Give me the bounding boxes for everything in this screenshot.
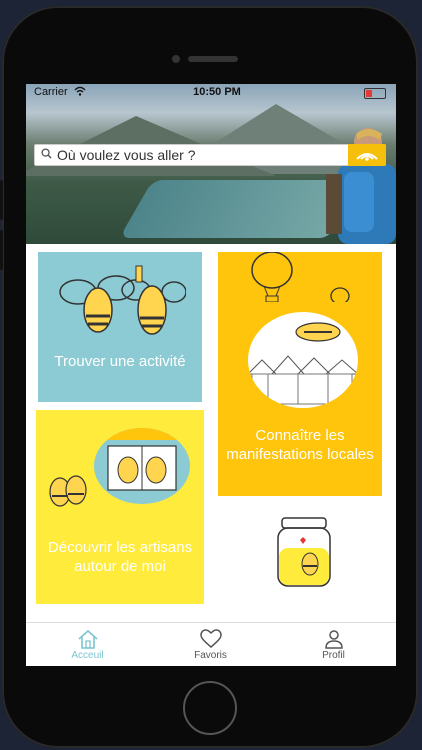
tile-label: Connaître les manifestations locales [226, 427, 374, 463]
home-button[interactable] [183, 681, 237, 735]
artisan-window-illustration [94, 428, 190, 504]
village-illustration [248, 312, 358, 408]
hero-image: Carrier 10:50 PM [26, 84, 396, 244]
speaker-grille [188, 56, 238, 62]
volume-up-button [0, 180, 3, 220]
bee-icon [59, 265, 186, 335]
carrier-label: Carrier [34, 86, 68, 98]
battery-icon [364, 88, 386, 99]
search-submit-button[interactable] [348, 144, 386, 166]
tile-honey-jar[interactable] [218, 504, 382, 604]
profile-icon [324, 630, 343, 649]
search-bar [34, 144, 386, 166]
balloon-icon [251, 252, 350, 302]
volume-down-button [0, 230, 3, 270]
tab-favorites[interactable]: Favoris [149, 623, 272, 666]
tab-profile[interactable]: Profil [272, 623, 395, 666]
clock: 10:50 PM [193, 86, 241, 98]
honey-jar-icon [277, 517, 331, 587]
tab-home[interactable]: Acceuil [26, 623, 149, 666]
tile-local-events[interactable]: Connaître les manifestations locales [218, 252, 382, 496]
wifi-icon [74, 86, 86, 99]
tile-label: Trouver une activité [54, 353, 186, 370]
search-icon [41, 148, 52, 159]
bee-icon [49, 475, 87, 507]
tile-label: Découvrir les artisans autour de moi [47, 539, 193, 575]
tab-bar: Acceuil Favoris Profil [26, 622, 396, 666]
heart-icon [199, 629, 222, 648]
home-icon [77, 629, 98, 649]
tab-label: Favoris [194, 650, 227, 661]
tile-find-activity[interactable]: Trouver une activité [38, 252, 202, 402]
tab-label: Profil [322, 650, 345, 661]
tile-local-artisans[interactable]: Découvrir les artisans autour de moi [36, 410, 204, 604]
front-camera [172, 55, 180, 63]
search-input[interactable] [57, 146, 349, 164]
status-bar: Carrier 10:50 PM [32, 86, 390, 100]
go-icon [356, 153, 378, 161]
hiker-figure [326, 128, 396, 244]
app-screen: Carrier 10:50 PM Où voulez vous aller ? … [26, 84, 396, 666]
tab-label: Acceuil [71, 650, 104, 661]
